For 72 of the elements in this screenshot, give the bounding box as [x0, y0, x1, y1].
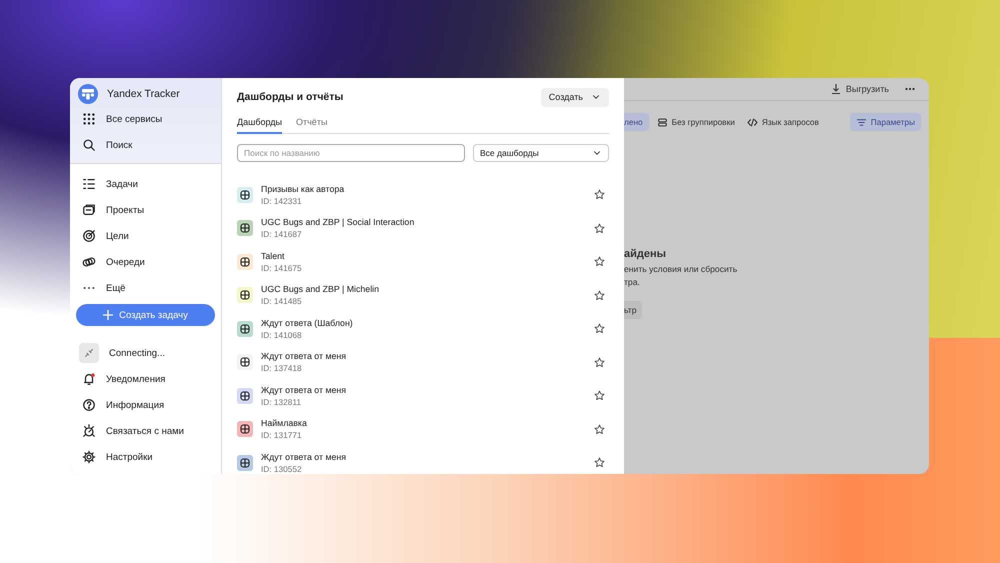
- sidebar-item[interactable]: Ещё: [70, 275, 126, 301]
- code-icon: [746, 116, 758, 128]
- dashboard-name[interactable]: Призывы как автора: [261, 184, 586, 194]
- rows-icon: [656, 116, 668, 128]
- dashboard-id: ID: 141675: [261, 262, 303, 273]
- sidebar-item[interactable]: Информация: [70, 392, 221, 418]
- sidebar-item[interactable]: Проекты: [70, 197, 144, 223]
- create-task-button[interactable]: Создать задачу: [76, 304, 215, 326]
- tab[interactable]: Отчёты: [296, 116, 328, 134]
- dashboard-name[interactable]: Ждут ответа (Шаблон): [261, 318, 586, 328]
- star-icon[interactable]: [594, 356, 605, 368]
- dashboard-filter-dropdown[interactable]: Все дашборды: [473, 144, 609, 162]
- star-icon[interactable]: [594, 256, 605, 268]
- sidebar-item[interactable]: Очереди: [70, 249, 145, 275]
- dashboard-id: ID: 141068: [261, 330, 303, 340]
- product-name: Yandex Tracker: [107, 88, 180, 100]
- panel-title: Дашборды и отчёты: [237, 91, 344, 103]
- dashboard-id: ID: 132811: [261, 396, 302, 407]
- sidebar-item[interactable]: Поиск: [70, 132, 132, 158]
- filter-icon: [856, 116, 867, 128]
- toolbar-button[interactable]: Параметры: [850, 113, 921, 131]
- sidebar-item[interactable]: Задачи: [70, 171, 138, 197]
- toolbar-button[interactable]: лено: [624, 113, 649, 131]
- dashboard-name[interactable]: Ждут ответа от меня: [261, 452, 586, 462]
- sidebar-item[interactable]: Цели: [70, 223, 129, 249]
- dashboard-name[interactable]: Ждут ответа от меня: [261, 384, 586, 395]
- download-icon: [830, 84, 841, 94]
- search-field[interactable]: Поиск по названию: [237, 144, 465, 162]
- search-icon: [82, 138, 96, 152]
- sidebar-item[interactable]: Уведомления: [70, 366, 221, 392]
- list-icon: [82, 177, 96, 191]
- more-button[interactable]: [905, 87, 915, 91]
- target-icon: [82, 229, 96, 243]
- tab[interactable]: Дашборды: [237, 116, 282, 134]
- dashboard-id: ID: 141485: [261, 296, 303, 306]
- folder-icon: [82, 203, 96, 217]
- dashboard-id: ID: 141687: [261, 229, 303, 240]
- star-icon[interactable]: [594, 457, 605, 468]
- sidebar-item[interactable]: Все сервисы: [70, 106, 162, 132]
- star-icon[interactable]: [594, 189, 605, 200]
- dashboard-name[interactable]: Наймлавка: [261, 418, 586, 428]
- empty-state-title: айдены: [624, 248, 666, 260]
- star-icon[interactable]: [594, 290, 605, 301]
- dashboard-name[interactable]: Ждут ответа от меня: [261, 351, 586, 362]
- help-icon: [82, 398, 96, 412]
- bell-icon: [82, 372, 96, 386]
- toolbar-button[interactable]: Язык запросов: [742, 113, 823, 131]
- rings-icon: [82, 255, 96, 269]
- export-button[interactable]: Выгрузить: [830, 84, 889, 94]
- star-icon[interactable]: [594, 323, 605, 334]
- create-button[interactable]: Создать: [540, 88, 609, 106]
- dashboard-id: ID: 142331: [261, 196, 303, 206]
- reset-filter-button[interactable]: ьтр: [624, 301, 642, 319]
- empty-state-text: тра.: [624, 277, 640, 287]
- dashboard-name[interactable]: UGC Bugs and ZBP | Michelin: [261, 284, 586, 294]
- tracker-logo: [78, 84, 98, 104]
- dashboard-id: ID: 137418: [261, 363, 303, 374]
- dashboard-id: ID: 130552: [261, 464, 303, 474]
- toolbar-button[interactable]: Без группировки: [652, 113, 739, 131]
- dashboard-name[interactable]: Talent: [261, 250, 586, 261]
- star-icon[interactable]: [594, 424, 605, 435]
- empty-state-text: енить условия или сбросить: [624, 264, 738, 274]
- grid-icon: [82, 112, 96, 126]
- star-icon[interactable]: [594, 390, 605, 402]
- sidebar-item[interactable]: Connecting...: [70, 340, 221, 366]
- sidebar-item[interactable]: Связаться с нами: [70, 418, 221, 444]
- settings-icon: [82, 450, 96, 464]
- sidebar-item[interactable]: Настройки: [70, 444, 221, 470]
- dashboard-id: ID: 131771: [261, 430, 303, 440]
- star-icon[interactable]: [594, 222, 605, 234]
- dashboard-name[interactable]: UGC Bugs and ZBP | Social Interaction: [261, 217, 586, 228]
- plus-icon: [103, 310, 114, 320]
